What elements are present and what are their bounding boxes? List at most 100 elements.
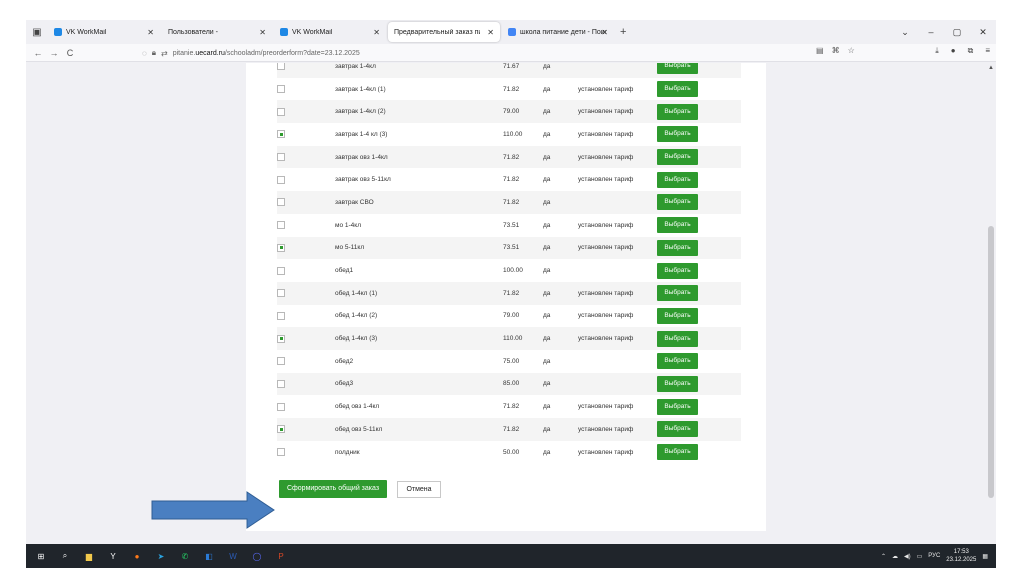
yandex-browser-icon[interactable]: Y xyxy=(102,545,124,567)
row-checkbox[interactable] xyxy=(277,243,285,252)
scroll-thumb[interactable] xyxy=(988,226,994,498)
cancel-button[interactable]: Отмена xyxy=(397,481,441,498)
select-button[interactable]: Выбрать xyxy=(657,262,698,279)
select-button[interactable]: Выбрать xyxy=(657,398,698,415)
select-button[interactable]: Выбрать xyxy=(657,375,698,392)
select-button[interactable]: Выбрать xyxy=(657,330,698,347)
select-button[interactable]: Выбрать xyxy=(657,307,698,324)
select-button[interactable]: Выбрать xyxy=(657,421,698,438)
row-checkbox[interactable] xyxy=(277,198,285,207)
meal-tariff: установлен тариф xyxy=(578,289,634,297)
whatsapp-icon[interactable]: ✆ xyxy=(174,545,196,567)
tab-close-icon[interactable]: ✕ xyxy=(487,28,494,37)
tab-2[interactable]: VK WorkMail ✕ xyxy=(274,22,386,42)
file-explorer-icon[interactable]: ▆ xyxy=(78,545,100,567)
tab-close-icon[interactable]: ✕ xyxy=(601,28,608,37)
remote-desktop-icon[interactable]: ◧ xyxy=(198,545,220,567)
row-checkbox[interactable] xyxy=(277,448,285,457)
tab-1[interactable]: Пользователи - ✕ xyxy=(162,22,272,42)
search-icon[interactable]: ⌕ xyxy=(54,545,76,567)
tab-label: Пользователи - xyxy=(168,28,218,36)
tab-close-icon[interactable]: ✕ xyxy=(147,28,154,37)
select-button[interactable]: Выбрать xyxy=(657,149,698,166)
downloads-icon[interactable]: ⤓ xyxy=(935,46,939,56)
vertical-scrollbar[interactable]: ▲ xyxy=(986,63,996,544)
messenger-icon[interactable]: ◯ xyxy=(246,545,268,567)
clock[interactable]: 17:53 23.12.2025 xyxy=(946,548,976,564)
tray-expand-icon[interactable]: ⌃ xyxy=(881,553,886,560)
meal-available: да xyxy=(543,335,551,343)
maximize-icon[interactable]: ▢ xyxy=(944,27,970,38)
tab-close-icon[interactable]: ✕ xyxy=(373,28,380,37)
meal-table: завтрак 1-4кл 71.67 да Выбрать завтрак 1-4кл… xyxy=(277,63,741,464)
submit-order-button[interactable]: Сформировать общий заказ xyxy=(279,480,387,498)
address-bar[interactable]: ◌ 🔒︎ ⇄ pitanie. uecard.ru/schooladm/preor… xyxy=(142,46,862,60)
new-tab-icon[interactable]: + xyxy=(620,26,626,38)
language-indicator[interactable]: РУС xyxy=(928,553,940,559)
row-checkbox[interactable] xyxy=(277,425,285,434)
row-checkbox[interactable] xyxy=(277,130,285,139)
tab-strip: ▣ VK WorkMail ✕ Пользователи - ✕ VK WorkMail… xyxy=(26,20,996,44)
tab-4[interactable]: школа питание дети - Поиск в✕ xyxy=(502,22,614,42)
powerpoint-icon[interactable]: P xyxy=(270,545,292,567)
row-checkbox[interactable] xyxy=(277,357,285,366)
row-checkbox[interactable] xyxy=(277,107,285,116)
permissions-icon: ⇄ xyxy=(161,48,168,58)
telegram-icon[interactable]: ➤ xyxy=(150,545,172,567)
url-path: /schooladm/preorderform?date=23.12.2025 xyxy=(224,49,360,57)
row-action-cell: Выбрать xyxy=(657,282,741,305)
row-checkbox[interactable] xyxy=(277,221,285,230)
meal-tariff: установлен тариф xyxy=(578,448,634,456)
select-button[interactable]: Выбрать xyxy=(657,103,698,120)
scroll-up-icon[interactable]: ▲ xyxy=(988,65,994,71)
row-checkbox[interactable] xyxy=(277,402,285,411)
tab-overflow-icon[interactable]: ⌄ xyxy=(892,27,918,38)
row-checkbox[interactable] xyxy=(277,175,285,184)
select-button[interactable]: Выбрать xyxy=(657,63,698,75)
row-checkbox[interactable] xyxy=(277,85,285,94)
select-button[interactable]: Выбрать xyxy=(657,171,698,188)
select-button[interactable]: Выбрать xyxy=(657,444,698,461)
close-window-icon[interactable]: ✕ xyxy=(970,27,996,38)
notifications-icon[interactable]: ▦ xyxy=(982,553,988,560)
row-checkbox[interactable] xyxy=(277,63,285,71)
extensions-icon[interactable]: ⧉ xyxy=(968,46,974,56)
reader-view-icon[interactable]: ▤ xyxy=(816,46,824,55)
tab-list-icon[interactable]: ▣ xyxy=(26,21,48,43)
firefox-icon[interactable]: ● xyxy=(126,545,148,567)
row-checkbox[interactable] xyxy=(277,289,285,298)
select-button[interactable]: Выбрать xyxy=(657,217,698,234)
windows-start-icon[interactable]: ⊞ xyxy=(30,545,52,567)
forward-icon[interactable]: → xyxy=(46,48,62,58)
back-icon[interactable]: ← xyxy=(30,48,46,58)
network-icon[interactable]: ▭ xyxy=(917,553,923,560)
row-checkbox[interactable] xyxy=(277,153,285,162)
row-checkbox[interactable] xyxy=(277,334,285,343)
reload-icon[interactable]: C xyxy=(62,48,78,58)
select-button[interactable]: Выбрать xyxy=(657,81,698,98)
word-icon[interactable]: W xyxy=(222,545,244,567)
select-button[interactable]: Выбрать xyxy=(657,285,698,302)
row-checkbox[interactable] xyxy=(277,266,285,275)
tab-0[interactable]: VK WorkMail ✕ xyxy=(48,22,160,42)
table-row: обед овз 1-4кл 71.82 да установлен тариф Выб… xyxy=(277,395,741,418)
table-row: мо 1-4кл 73.51 да установлен тариф Выбрать xyxy=(277,213,741,237)
select-button[interactable]: Выбрать xyxy=(657,239,698,256)
select-button[interactable]: Выбрать xyxy=(657,126,698,143)
translate-icon[interactable]: ⌘ xyxy=(832,46,840,55)
bookmark-star-icon[interactable]: ☆ xyxy=(848,46,855,55)
tab-3[interactable]: Предварительный заказ пита ✕ xyxy=(388,22,500,42)
row-checkbox[interactable] xyxy=(277,311,285,320)
volume-icon[interactable]: ◀) xyxy=(904,553,911,560)
cloud-icon[interactable]: ☁ xyxy=(892,553,898,560)
select-button[interactable]: Выбрать xyxy=(657,353,698,370)
account-icon[interactable]: ● xyxy=(951,46,956,56)
menu-icon[interactable]: ≡ xyxy=(985,46,990,56)
row-action-cell: Выбрать xyxy=(657,168,741,191)
select-button[interactable]: Выбрать xyxy=(657,194,698,211)
row-checkbox[interactable] xyxy=(277,379,285,388)
tab-label: Предварительный заказ пита xyxy=(394,28,480,36)
meal-available: да xyxy=(543,312,551,320)
minimize-icon[interactable]: – xyxy=(918,27,944,37)
tab-close-icon[interactable]: ✕ xyxy=(259,28,266,37)
